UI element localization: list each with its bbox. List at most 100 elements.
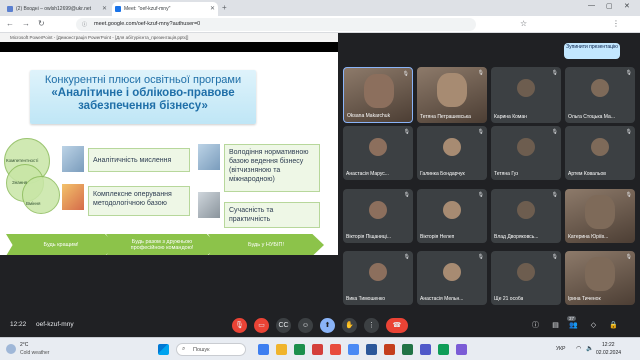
stop-presenting-button[interactable]: Зупинити презентацію [564, 43, 620, 59]
presentation-top-strip [0, 42, 338, 52]
back-icon[interactable]: ← [6, 19, 14, 28]
maximize-icon[interactable]: ▢ [606, 2, 613, 10]
forward-icon[interactable]: → [22, 19, 30, 28]
avatar [369, 201, 387, 219]
participant-tile[interactable]: 🎙 Oksana Makarchuk [343, 67, 413, 123]
store-icon[interactable] [330, 344, 341, 355]
present-icon[interactable]: ⬆ [320, 318, 335, 333]
avatar [443, 138, 461, 156]
host-controls-icon[interactable]: 🔒 [606, 318, 621, 333]
participant-tile[interactable]: 🎙 Карина Коман [491, 67, 561, 123]
mic-muted-icon: 🎙 [551, 192, 558, 198]
weather-desc: Cold weather [20, 350, 50, 356]
mic-muted-icon: 🎙 [477, 254, 484, 260]
skill-box-methodology: Комплексне оперування методологічною баз… [88, 186, 190, 216]
meet-favicon-icon [115, 6, 121, 12]
participant-name: Ольга Стоцька Ма... [568, 114, 615, 120]
avatar [369, 263, 387, 281]
taskbar-date: 02.02.2024 [596, 350, 622, 356]
participant-name: Анастасія Марус... [346, 171, 389, 177]
skill-image [198, 144, 220, 170]
mic-muted-icon: 🎙 [551, 254, 558, 260]
camera-toggle-icon[interactable]: ▭ [254, 318, 269, 333]
activities-icon[interactable]: ◇ [586, 318, 601, 333]
participant-tile[interactable]: 🎙 Влад Дворяковсь... [491, 189, 561, 243]
participant-tile[interactable]: 🎙 Катерина Юріїв... [565, 189, 635, 243]
participant-name: Oksana Makarchuk [347, 113, 391, 119]
file-explorer-icon[interactable] [276, 344, 287, 355]
participant-tile[interactable]: 🎙 Ірина Тиченок [565, 251, 635, 305]
participant-name: Катерина Юріїв... [568, 234, 609, 240]
reload-icon[interactable]: ↻ [38, 19, 45, 28]
browser-toolbar: ← → ↻ ⓘ meet.google.com/oef-kzuf-mny?aut… [0, 16, 640, 33]
task-view-icon[interactable] [258, 344, 269, 355]
participant-tile[interactable]: 🎙 Вікторія Нелеп [417, 189, 487, 243]
skill-box-regulatory: Володіння нормативною базою ведення бізн… [224, 144, 320, 192]
address-bar[interactable]: ⓘ meet.google.com/oef-kzuf-mny?authuser=… [76, 18, 476, 31]
close-icon[interactable]: ✕ [102, 5, 107, 12]
mic-muted-icon: 🎙 [403, 129, 410, 135]
participant-tile[interactable]: 🎙 Ще 21 особа [491, 251, 561, 305]
mic-muted-icon: 🎙 [403, 192, 410, 198]
language-indicator[interactable]: УКР [556, 346, 565, 352]
avatar [364, 74, 394, 108]
more-options-icon[interactable]: ⋮ [364, 318, 379, 333]
close-window-icon[interactable]: ✕ [624, 2, 630, 10]
tab-mail[interactable]: (2) Входні – owlsh12699@ukr.net ✕ [4, 2, 110, 16]
participant-tile[interactable]: 🎙 Ольга Стоцька Ма... [565, 67, 635, 123]
excel-icon[interactable] [402, 344, 413, 355]
minimize-icon[interactable]: — [588, 2, 595, 9]
close-icon[interactable]: ✕ [210, 5, 215, 12]
taskbar-time: 12:22 [602, 342, 615, 348]
mic-muted-icon: 🎙 [551, 129, 558, 135]
slide-title-line-1: Конкурентні плюси освітньої програми [44, 74, 242, 86]
teams-icon[interactable] [420, 344, 431, 355]
skill-box-analytical: Аналітичність мислення [88, 148, 190, 172]
chat-icon[interactable]: ▤ [548, 318, 563, 333]
edge-icon[interactable] [294, 344, 305, 355]
participant-tile[interactable]: 🎙 Анастасія Мельн... [417, 251, 487, 305]
emoji-icon[interactable]: ☺ [298, 318, 313, 333]
taskbar-search-label: Пошук [193, 347, 210, 353]
participant-tile[interactable]: 🎙 Анастасія Марус... [343, 126, 413, 180]
mic-muted-icon: 🎙 [625, 70, 632, 76]
mic-muted-icon: 🎙 [403, 254, 410, 260]
tab-mail-label: (2) Входні – owlsh12699@ukr.net [16, 6, 92, 12]
info-icon[interactable]: ⓘ [528, 318, 543, 333]
taskbar-search[interactable]: ⌕ Пошук [176, 343, 246, 356]
circle-skills [22, 176, 60, 214]
tab-meet[interactable]: Meet: "oef-kzuf-mny" ✕ [112, 2, 218, 16]
new-tab-icon[interactable]: + [222, 3, 227, 12]
word-icon[interactable] [366, 344, 377, 355]
participant-name: Вика Тимошенко [346, 296, 386, 302]
captions-icon[interactable]: CC [276, 318, 291, 333]
site-info-icon[interactable]: ⓘ [82, 21, 87, 28]
tab-meet-label: Meet: "oef-kzuf-mny" [124, 6, 171, 12]
participant-tile[interactable]: 🎙 Вика Тимошенко [343, 251, 413, 305]
mic-toggle-icon[interactable]: 🎙 [232, 318, 247, 333]
raise-hand-icon[interactable]: ✋ [342, 318, 357, 333]
menu-icon[interactable]: ⋮ [612, 19, 620, 28]
participant-name: Тетяна Гуз [494, 171, 519, 177]
participant-tile[interactable]: 🎙 Галинка Бондарчук [417, 126, 487, 180]
app-icon[interactable] [456, 344, 467, 355]
participant-tile[interactable]: 🎙 Артем Ковальов [565, 126, 635, 180]
meet-control-bar: 12:22 oef-kzuf-mny 🎙 ▭ CC ☺ ⬆ ✋ ⋮ ☎ ⓘ ▤ … [0, 315, 640, 337]
arrow-be-better: Будь кращим! [6, 234, 116, 255]
office-icon[interactable] [312, 344, 323, 355]
volume-icon[interactable]: 🔈 [586, 345, 593, 352]
participant-tile[interactable]: 🎙 Тетяна Петрашевська [417, 67, 487, 123]
participant-tile[interactable]: 🎙 Тетяна Гуз [491, 126, 561, 180]
participant-name: Ірина Тиченок [568, 296, 601, 302]
wifi-icon[interactable]: ◠ [576, 345, 581, 352]
chrome-icon[interactable] [348, 344, 359, 355]
windows-start-icon[interactable] [158, 344, 169, 355]
powerpoint-icon[interactable] [384, 344, 395, 355]
shared-screen: Microsoft PowerPoint - [Демонстрація Pow… [0, 33, 338, 255]
end-call-icon[interactable]: ☎ [386, 318, 408, 333]
meet-app-icon[interactable] [438, 344, 449, 355]
skill-image [62, 184, 84, 210]
mic-muted-icon: 🎙 [477, 129, 484, 135]
participant-tile[interactable]: 🎙 Вікторія Піщаниці... [343, 189, 413, 243]
star-icon[interactable]: ☆ [520, 19, 527, 28]
